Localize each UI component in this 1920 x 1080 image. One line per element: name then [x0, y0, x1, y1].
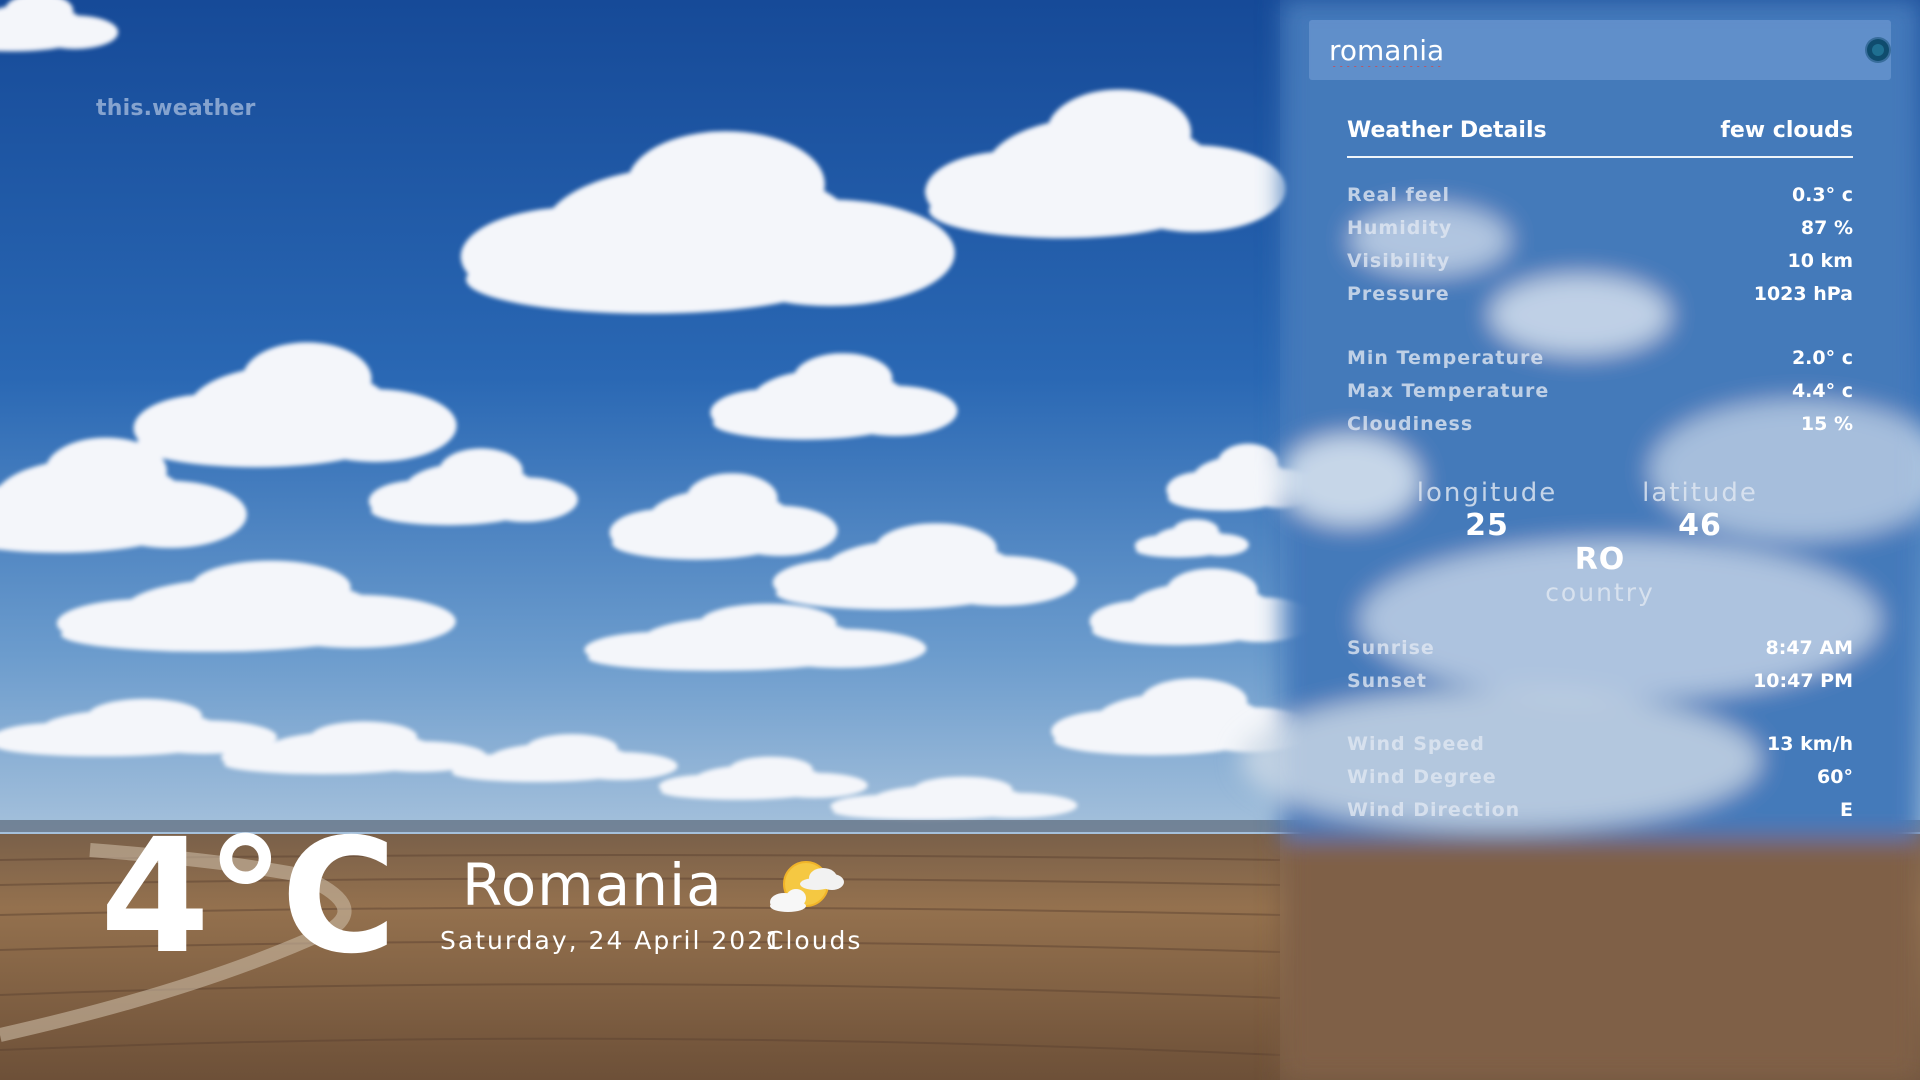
weather-description: few clouds [1720, 118, 1853, 143]
detail-value: 10 km [1787, 250, 1854, 272]
detail-row-real-feel: Real feel 0.3° c [1347, 184, 1853, 217]
current-temperature: 4°C [100, 805, 397, 989]
details-title: Weather Details [1347, 118, 1547, 143]
details-header: Weather Details few clouds [1347, 116, 1853, 158]
search-input[interactable] [1329, 30, 1819, 70]
detail-label: Wind Speed [1347, 733, 1485, 755]
longitude-value: 25 [1465, 508, 1509, 543]
detail-row-sunrise: Sunrise 8:47 AM [1347, 637, 1853, 670]
location-name: Romania [462, 851, 723, 919]
detail-label: Min Temperature [1347, 347, 1545, 369]
detail-label: Wind Direction [1347, 799, 1521, 821]
sun-behind-clouds-icon [770, 861, 844, 912]
detail-row-visibility: Visibility 10 km [1347, 250, 1853, 283]
details-group-wind: Wind Speed 13 km/h Wind Degree 60° Wind Di… [1347, 733, 1853, 832]
latitude-label: latitude [1642, 478, 1758, 508]
location-coordinates: longitude 25 latitude 46 RO country [1347, 474, 1853, 614]
detail-row-wind-degree: Wind Degree 60° [1347, 766, 1853, 799]
detail-value: 87 % [1800, 217, 1853, 239]
details-group-temperature: Min Temperature 2.0° c Max Temperature 4.4… [1347, 347, 1853, 446]
search-dot-icon[interactable] [1867, 39, 1889, 61]
detail-label: Real feel [1347, 184, 1451, 206]
detail-value: 0.3° c [1791, 184, 1853, 206]
weather-condition: Clouds [766, 926, 863, 955]
details-group-sun: Sunrise 8:47 AM Sunset 10:47 PM [1347, 637, 1853, 703]
app-logo-text: this.weather [96, 96, 256, 121]
detail-label: Visibility [1347, 250, 1451, 272]
longitude-label: longitude [1416, 478, 1558, 508]
detail-row-wind-direction: Wind Direction E [1347, 799, 1853, 832]
latitude-value: 46 [1678, 508, 1722, 543]
search-bar [1309, 20, 1891, 80]
search-dot-inner [1872, 44, 1884, 56]
detail-row-pressure: Pressure 1023 hPa [1347, 283, 1853, 316]
detail-value: 10:47 PM [1753, 670, 1853, 692]
detail-row-cloudiness: Cloudiness 15 % [1347, 413, 1853, 446]
detail-row-wind-speed: Wind Speed 13 km/h [1347, 733, 1853, 766]
detail-value: 1023 hPa [1753, 283, 1853, 305]
detail-row-humidity: Humidity 87 % [1347, 217, 1853, 250]
detail-label: Max Temperature [1347, 380, 1550, 402]
detail-row-sunset: Sunset 10:47 PM [1347, 670, 1853, 703]
detail-label: Sunrise [1347, 637, 1435, 659]
country-code: RO [1574, 542, 1626, 577]
detail-value: 13 km/h [1767, 733, 1853, 755]
detail-value: E [1840, 799, 1853, 821]
details-panel: Weather Details few clouds Real feel 0.3°… [1280, 0, 1920, 1080]
detail-label: Pressure [1347, 283, 1450, 305]
detail-row-max-temperature: Max Temperature 4.4° c [1347, 380, 1853, 413]
details-group-conditions: Real feel 0.3° c Humidity 87 % Visibility 1… [1347, 184, 1853, 316]
current-date: Saturday, 24 April 2021 [440, 926, 784, 955]
detail-label: Humidity [1347, 217, 1453, 239]
country-label: country [1545, 578, 1655, 607]
detail-value: 4.4° c [1791, 380, 1853, 402]
detail-value: 8:47 AM [1765, 637, 1854, 659]
detail-label: Sunset [1347, 670, 1428, 692]
detail-row-min-temperature: Min Temperature 2.0° c [1347, 347, 1853, 380]
detail-value: 60° [1817, 766, 1853, 788]
detail-value: 2.0° c [1791, 347, 1853, 369]
detail-value: 15 % [1800, 413, 1853, 435]
detail-label: Cloudiness [1347, 413, 1474, 435]
detail-label: Wind Degree [1347, 766, 1497, 788]
